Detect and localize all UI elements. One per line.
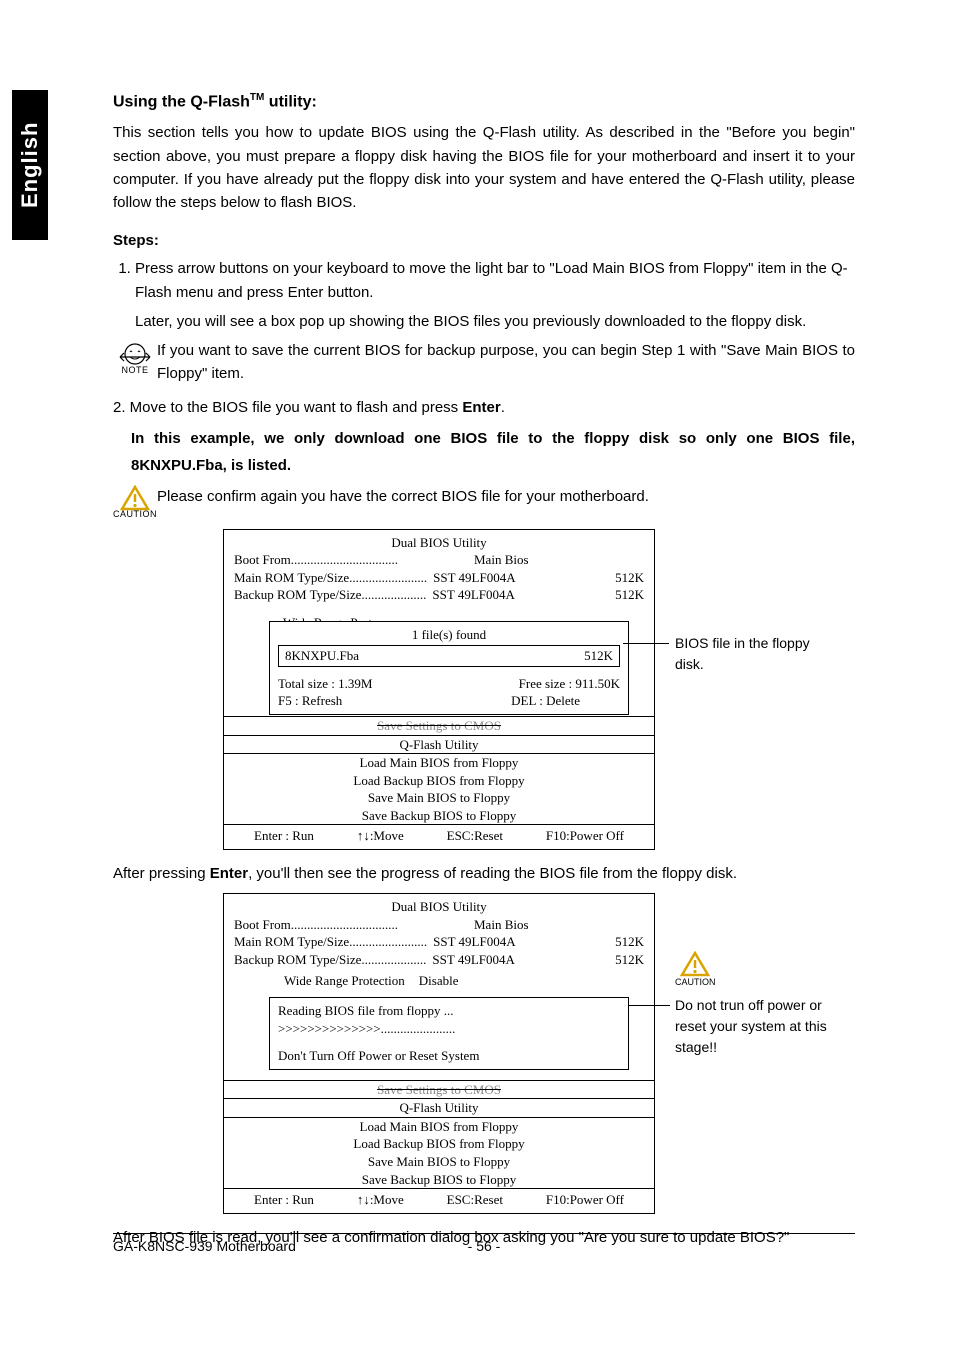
file-popup: 1 file(s) found 8KNXPU.Fba 512K Total si… [269, 621, 629, 715]
footer-product: GA-K8NSC-939 Motherboard [113, 1238, 360, 1254]
note-block: NOTE If you want to save the current BIO… [113, 339, 855, 386]
step-2-emphasis: In this example, we only download one BI… [131, 425, 855, 479]
note-icon: NOTE [113, 339, 157, 375]
steps-heading: Steps: [113, 232, 855, 249]
step-1-sub: Later, you will see a box pop up showing… [135, 310, 855, 333]
language-tab: English [12, 90, 48, 240]
menu-item[interactable]: Load Main BIOS from Floppy [224, 753, 654, 772]
caution-text-1: Please confirm again you have the correc… [157, 485, 649, 508]
step-2: 2. Move to the BIOS file you want to fla… [113, 396, 855, 419]
footer-page-number: - 56 - [360, 1238, 607, 1254]
page-footer: GA-K8NSC-939 Motherboard - 56 - [113, 1233, 855, 1254]
annotation-1: BIOS file in the floppy disk. [675, 633, 835, 675]
menu-item[interactable]: Save Main BIOS to Floppy [224, 1153, 654, 1171]
caution-block-1: CAUTION Please confirm again you have th… [113, 485, 855, 519]
note-text: If you want to save the current BIOS for… [157, 339, 855, 386]
annotation-2: Do not trun off power or reset your syst… [675, 995, 855, 1058]
caution-icon: CAUTION [675, 951, 716, 987]
menu-item[interactable]: Save Backup BIOS to Floppy [224, 807, 654, 825]
menu-item[interactable]: Load Backup BIOS from Floppy [224, 1135, 654, 1153]
section-para: This section tells you how to update BIO… [113, 121, 855, 214]
after-para-1: After pressing Enter, you'll then see th… [113, 862, 855, 885]
bios-screen-2: Dual BIOS Utility Boot FromMain Bios Mai… [223, 893, 855, 1214]
bios-screen-1: Dual BIOS Utility Boot FromMain Bios Mai… [223, 529, 855, 850]
language-label: English [17, 122, 43, 208]
page-content: Using the Q-FlashTM utility: This sectio… [113, 92, 855, 1253]
step-1: Press arrow buttons on your keyboard to … [135, 257, 855, 304]
bios-file-row[interactable]: 8KNXPU.Fba 512K [278, 645, 620, 667]
menu-item[interactable]: Load Backup BIOS from Floppy [224, 772, 654, 790]
menu-item[interactable]: Save Backup BIOS to Floppy [224, 1171, 654, 1189]
menu-item[interactable]: Save Main BIOS to Floppy [224, 789, 654, 807]
menu-item[interactable]: Load Main BIOS from Floppy [224, 1117, 654, 1136]
progress-popup: Reading BIOS file from floppy ... >>>>>>… [269, 997, 629, 1070]
section-heading: Using the Q-FlashTM utility: [113, 92, 855, 111]
caution-icon: CAUTION [113, 485, 157, 519]
